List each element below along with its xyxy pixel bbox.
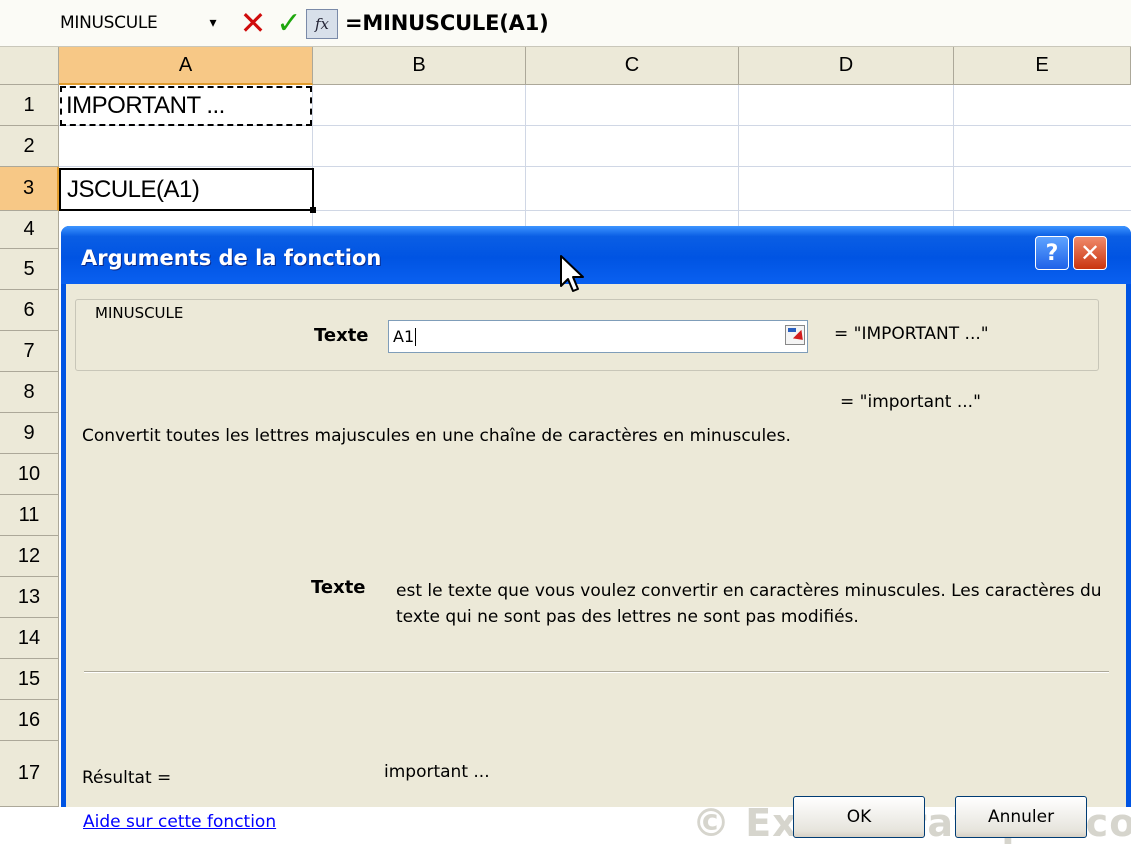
row-header-12[interactable]: 12 [0, 536, 59, 577]
function-description: Convertit toutes les lettres majuscules … [82, 426, 791, 446]
question-icon: ? [1045, 240, 1059, 266]
fill-handle[interactable] [310, 207, 316, 213]
cell-a3[interactable]: JSCULE(A1) [59, 168, 314, 211]
cancel-button[interactable]: Annuler [955, 796, 1087, 838]
help-link[interactable]: Aide sur cette fonction [83, 812, 276, 832]
parameter-name: Texte [311, 577, 366, 598]
row-header-8[interactable]: 8 [0, 372, 59, 413]
row-header-6[interactable]: 6 [0, 290, 59, 331]
argument-input-value: A1 [393, 327, 415, 346]
row-header-3[interactable]: 3 [0, 167, 59, 211]
cell-a1[interactable]: IMPORTANT ... [60, 86, 312, 126]
close-button[interactable]: ✕ [1073, 236, 1107, 270]
close-icon: ✕ [1079, 239, 1101, 267]
row-header-11[interactable]: 11 [0, 495, 59, 536]
result-label: Résultat = [82, 768, 172, 788]
mouse-pointer-icon [560, 255, 584, 292]
fx-icon: fx [314, 15, 329, 33]
insert-function-button[interactable]: fx [306, 9, 338, 39]
argument-evaluated-value: = "IMPORTANT ..." [834, 324, 989, 344]
divider [84, 671, 1109, 673]
texte-argument-input[interactable]: A1 [388, 320, 808, 353]
row-header-2[interactable]: 2 [0, 126, 59, 167]
row-header-17[interactable]: 17 [0, 741, 59, 807]
row-header-13[interactable]: 13 [0, 577, 59, 618]
column-header-b[interactable]: B [313, 47, 526, 85]
formula-result-preview: = "important ..." [840, 392, 981, 412]
chevron-down-icon[interactable]: ▾ [198, 10, 228, 36]
result-value: important ... [384, 762, 490, 782]
ok-button[interactable]: OK [793, 796, 925, 838]
function-arguments-dialog: Arguments de la fonction ? ✕ MINUSCULE T… [61, 226, 1131, 845]
gridline [59, 166, 1131, 167]
row-header-14[interactable]: 14 [0, 618, 59, 659]
row-header-4[interactable]: 4 [0, 211, 59, 249]
name-box-value: MINUSCULE [60, 13, 158, 33]
row-header-15[interactable]: 15 [0, 659, 59, 700]
name-box[interactable]: MINUSCULE [0, 0, 200, 46]
checkmark-icon[interactable]: ✓ [274, 5, 304, 41]
dialog-title: Arguments de la fonction [81, 246, 382, 270]
column-header-e[interactable]: E [954, 47, 1131, 85]
help-button[interactable]: ? [1035, 236, 1069, 270]
group-label: MINUSCULE [92, 304, 187, 322]
parameter-description: est le texte que vous voulez convertir e… [396, 581, 1102, 627]
dialog-title-bar[interactable]: Arguments de la fonction ? ✕ [61, 226, 1131, 284]
row-header-1[interactable]: 1 [0, 85, 59, 126]
cancel-icon[interactable]: ✕ [238, 4, 268, 42]
column-header-c[interactable]: C [526, 47, 739, 85]
row-header-16[interactable]: 16 [0, 700, 59, 741]
formula-input[interactable]: =MINUSCULE(A1) [345, 0, 549, 46]
column-header-d[interactable]: D [739, 47, 954, 85]
collapse-dialog-icon[interactable] [785, 325, 808, 345]
row-header-7[interactable]: 7 [0, 331, 59, 372]
argument-label: Texte [314, 325, 369, 346]
row-header-10[interactable]: 10 [0, 454, 59, 495]
text-caret [415, 327, 417, 346]
row-header-9[interactable]: 9 [0, 413, 59, 454]
column-header-a[interactable]: A [59, 47, 313, 85]
formula-bar: MINUSCULE ▾ ✕ ✓ fx =MINUSCULE(A1) [0, 0, 1131, 47]
row-header-5[interactable]: 5 [0, 249, 59, 290]
dialog-body: MINUSCULE Texte A1 = "IMPORTANT ..." = "… [66, 284, 1131, 845]
select-all-corner[interactable] [0, 47, 59, 85]
